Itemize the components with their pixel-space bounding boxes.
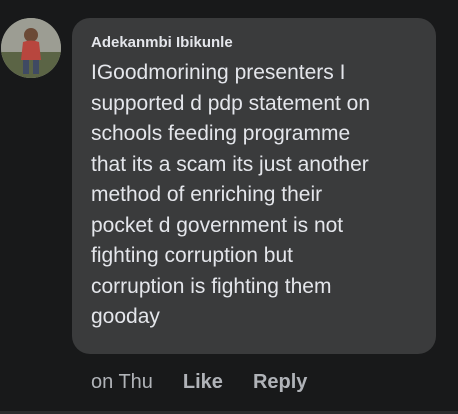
like-button[interactable]: Like bbox=[183, 371, 223, 394]
avatar[interactable] bbox=[1, 18, 61, 78]
comment-timestamp[interactable]: on Thu bbox=[91, 371, 153, 394]
reply-button[interactable]: Reply bbox=[253, 371, 307, 394]
comment-text: IGoodmorining presenters I supported d p… bbox=[91, 61, 371, 328]
comment-author[interactable]: Adekanmbi Ibikunle bbox=[91, 34, 233, 52]
comment-actions: on Thu Like Reply bbox=[91, 368, 337, 396]
profile-photo-icon bbox=[1, 18, 61, 78]
comment-bubble: Adekanmbi Ibikunle IGoodmorining present… bbox=[72, 18, 436, 354]
